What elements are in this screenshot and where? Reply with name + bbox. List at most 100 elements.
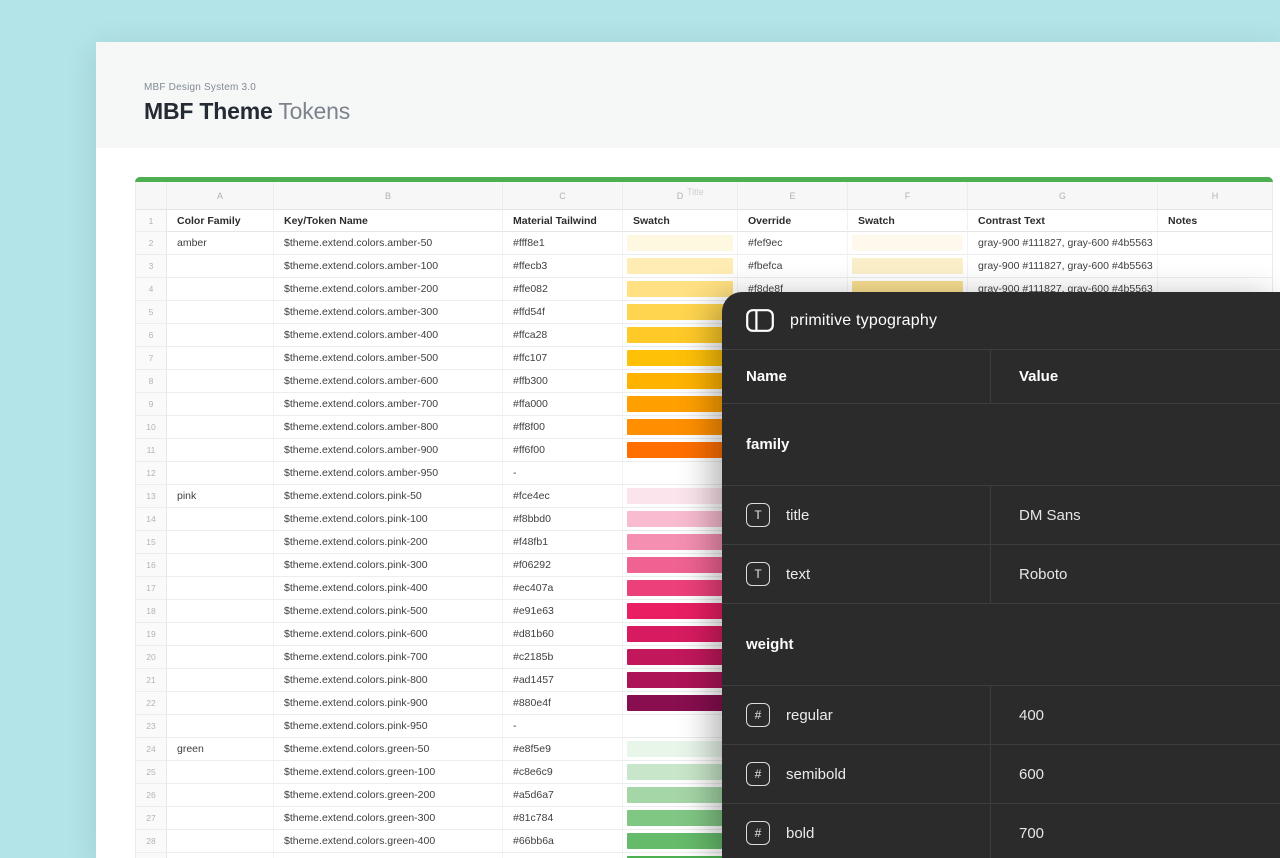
cell-token-key[interactable]: $theme.extend.colors.amber-200 xyxy=(274,278,503,301)
cell-override-hex[interactable]: #fef9ec xyxy=(738,232,848,255)
cell-material-hex[interactable]: #e8f5e9 xyxy=(503,738,623,761)
cell-color-family[interactable] xyxy=(167,807,274,830)
cell-swatch[interactable] xyxy=(623,232,738,255)
panel-token-row[interactable]: # bold 700 xyxy=(722,804,1280,858)
cell-color-family[interactable] xyxy=(167,416,274,439)
cell-material-hex[interactable]: #81c784 xyxy=(503,807,623,830)
cell-color-family[interactable] xyxy=(167,554,274,577)
cell-material-hex[interactable]: #ff6f00 xyxy=(503,439,623,462)
cell-override-hex[interactable]: #fbefca xyxy=(738,255,848,278)
cell-color-family[interactable] xyxy=(167,646,274,669)
cell-material-hex[interactable]: #ff8f00 xyxy=(503,416,623,439)
cell-color-family[interactable]: green xyxy=(167,738,274,761)
cell-token-key[interactable]: $theme.extend.colors.pink-900 xyxy=(274,692,503,715)
cell-token-key[interactable]: $theme.extend.colors.amber-950 xyxy=(274,462,503,485)
cell-swatch[interactable] xyxy=(623,370,738,393)
panel-token-row[interactable]: Ttitle DM Sans xyxy=(722,486,1280,545)
cell-material-hex[interactable]: #ec407a xyxy=(503,577,623,600)
cell-swatch[interactable] xyxy=(623,623,738,646)
cell-swatch[interactable] xyxy=(623,439,738,462)
cell-swatch[interactable] xyxy=(623,669,738,692)
panel-token-row[interactable]: # semibold 600 xyxy=(722,745,1280,804)
cell-swatch[interactable] xyxy=(623,692,738,715)
cell-material-hex[interactable]: #66bb6a xyxy=(503,830,623,853)
cell-token-key[interactable]: $theme.extend.colors.amber-400 xyxy=(274,324,503,347)
cell-token-key[interactable]: $theme.extend.colors.amber-900 xyxy=(274,439,503,462)
sheet-header-cell[interactable]: Color Family xyxy=(167,210,274,232)
cell-color-family[interactable] xyxy=(167,623,274,646)
cell-notes[interactable] xyxy=(1158,255,1272,278)
cell-color-family[interactable] xyxy=(167,255,274,278)
cell-token-key[interactable]: $theme.extend.colors.amber-100 xyxy=(274,255,503,278)
sheet-header-cell[interactable]: Swatch xyxy=(848,210,968,232)
cell-color-family[interactable] xyxy=(167,508,274,531)
cell-color-family[interactable] xyxy=(167,692,274,715)
cell-swatch[interactable] xyxy=(623,462,738,485)
cell-material-hex[interactable]: #fce4ec xyxy=(503,485,623,508)
cell-color-family[interactable] xyxy=(167,462,274,485)
cell-token-key[interactable]: $theme.extend.colors.pink-700 xyxy=(274,646,503,669)
cell-material-hex[interactable]: #880e4f xyxy=(503,692,623,715)
cell-swatch[interactable] xyxy=(623,738,738,761)
cell-material-hex[interactable]: #f8bbd0 xyxy=(503,508,623,531)
cell-material-hex[interactable]: #ffe082 xyxy=(503,278,623,301)
cell-token-key[interactable]: $theme.extend.colors.amber-700 xyxy=(274,393,503,416)
cell-color-family[interactable] xyxy=(167,853,274,858)
cell-color-family[interactable] xyxy=(167,531,274,554)
cell-material-hex[interactable]: #c8e6c9 xyxy=(503,761,623,784)
cell-swatch[interactable] xyxy=(623,600,738,623)
cell-material-hex[interactable]: #ad1457 xyxy=(503,669,623,692)
cell-color-family[interactable] xyxy=(167,715,274,738)
sheet-header-cell[interactable]: Key/Token Name xyxy=(274,210,503,232)
sheet-header-cell[interactable]: Material Tailwind xyxy=(503,210,623,232)
cell-token-key[interactable]: $theme.extend.colors.pink-600 xyxy=(274,623,503,646)
cell-swatch[interactable] xyxy=(623,830,738,853)
cell-swatch[interactable] xyxy=(623,324,738,347)
cell-color-family[interactable]: pink xyxy=(167,485,274,508)
cell-notes[interactable] xyxy=(1158,232,1272,255)
sheet-header-cell[interactable]: Swatch xyxy=(623,210,738,232)
sheet-header-cell[interactable]: Contrast Text xyxy=(968,210,1158,232)
cell-material-hex[interactable]: - xyxy=(503,715,623,738)
cell-swatch[interactable] xyxy=(623,807,738,830)
cell-material-hex[interactable]: #c2185b xyxy=(503,646,623,669)
cell-material-hex[interactable]: - xyxy=(503,462,623,485)
cell-token-key[interactable]: $theme.extend.colors.amber-500 xyxy=(274,347,503,370)
panel-token-row[interactable]: # regular 400 xyxy=(722,686,1280,745)
sheet-header-cell[interactable]: Notes xyxy=(1158,210,1272,232)
cell-token-key[interactable]: $theme.extend.colors.pink-500 xyxy=(274,600,503,623)
cell-material-hex[interactable]: #f48fb1 xyxy=(503,531,623,554)
cell-token-key[interactable]: $theme.extend.colors.green-400 xyxy=(274,830,503,853)
cell-token-key[interactable]: $theme.extend.colors.pink-400 xyxy=(274,577,503,600)
cell-token-key[interactable]: $theme.extend.colors.pink-50 xyxy=(274,485,503,508)
cell-token-key[interactable]: $theme.extend.colors.amber-600 xyxy=(274,370,503,393)
cell-material-hex[interactable]: #ffca28 xyxy=(503,324,623,347)
cell-swatch[interactable] xyxy=(623,301,738,324)
cell-token-key[interactable]: $theme.extend.colors.amber-50 xyxy=(274,232,503,255)
cell-color-family[interactable] xyxy=(167,393,274,416)
cell-color-family[interactable] xyxy=(167,784,274,807)
cell-color-family[interactable] xyxy=(167,600,274,623)
cell-material-hex[interactable]: #ffd54f xyxy=(503,301,623,324)
cell-swatch[interactable] xyxy=(623,393,738,416)
cell-contrast-text[interactable]: gray-900 #111827, gray-600 #4b5563 xyxy=(968,255,1158,278)
cell-token-key[interactable] xyxy=(274,853,503,858)
cell-material-hex[interactable]: #fff8e1 xyxy=(503,232,623,255)
cell-material-hex[interactable]: #ffb300 xyxy=(503,370,623,393)
cell-color-family[interactable] xyxy=(167,669,274,692)
cell-token-key[interactable]: $theme.extend.colors.amber-800 xyxy=(274,416,503,439)
sheet-header-cell[interactable]: Override xyxy=(738,210,848,232)
cell-color-family[interactable] xyxy=(167,577,274,600)
cell-material-hex[interactable]: #d81b60 xyxy=(503,623,623,646)
cell-swatch[interactable] xyxy=(623,531,738,554)
cell-swatch[interactable] xyxy=(848,255,968,278)
cell-color-family[interactable] xyxy=(167,439,274,462)
cell-swatch[interactable] xyxy=(623,715,738,738)
cell-swatch[interactable] xyxy=(848,232,968,255)
cell-color-family[interactable] xyxy=(167,324,274,347)
cell-color-family[interactable] xyxy=(167,347,274,370)
cell-swatch[interactable] xyxy=(623,485,738,508)
cell-token-key[interactable]: $theme.extend.colors.pink-100 xyxy=(274,508,503,531)
cell-swatch[interactable] xyxy=(623,853,738,858)
cell-token-key[interactable]: $theme.extend.colors.pink-800 xyxy=(274,669,503,692)
